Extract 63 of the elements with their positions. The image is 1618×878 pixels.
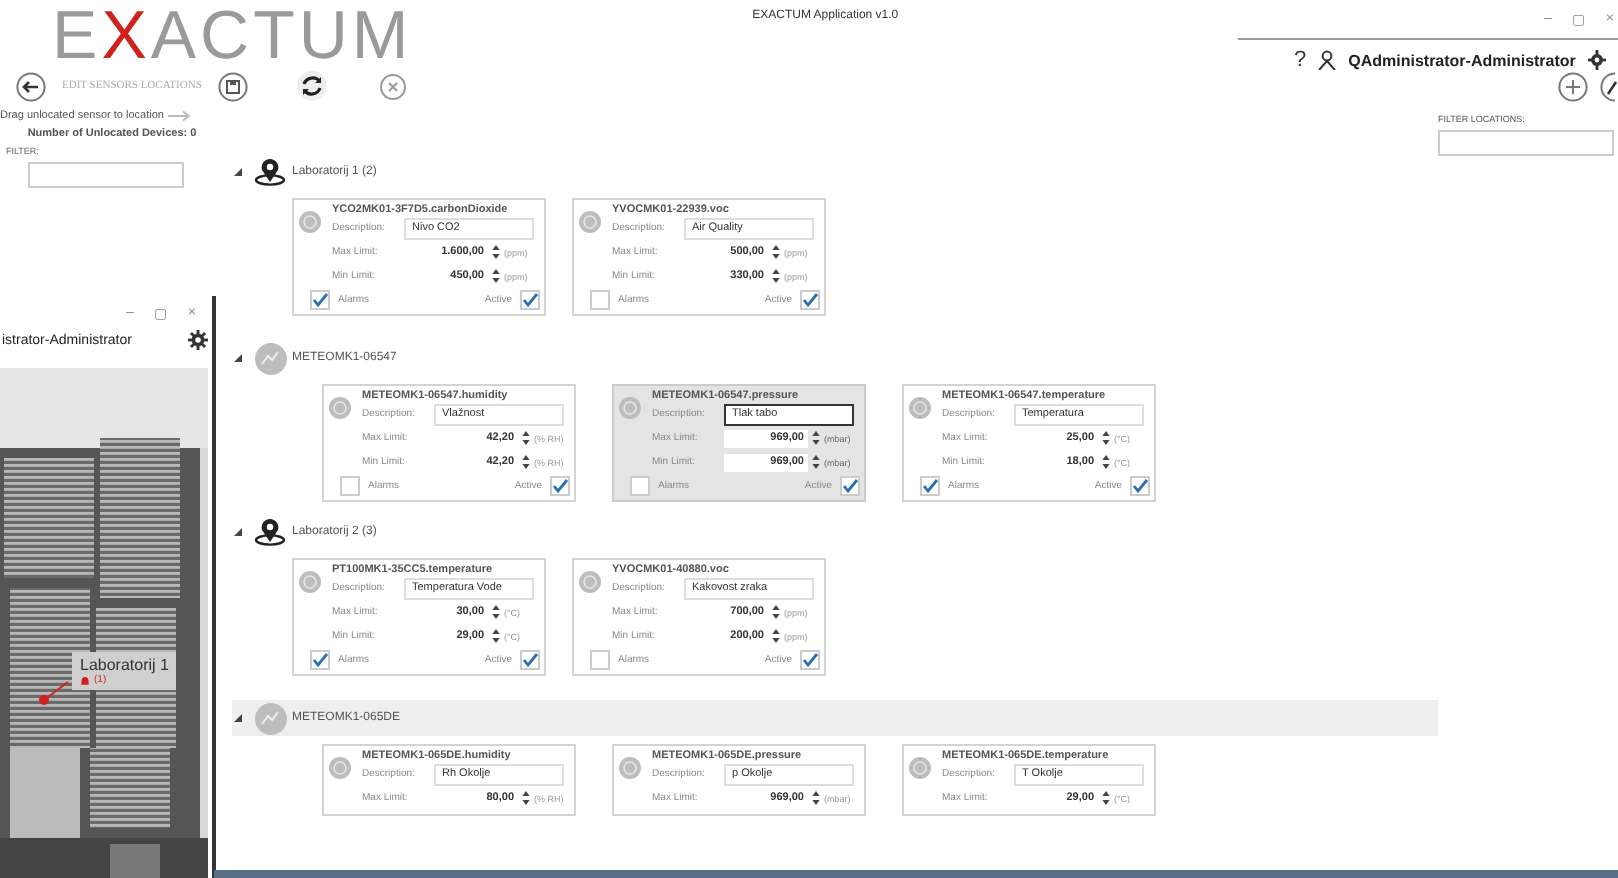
- active-checkbox[interactable]: [520, 649, 540, 669]
- device-icon: [254, 701, 288, 735]
- back-icon[interactable]: [16, 71, 46, 101]
- spinner-icon[interactable]: [1102, 430, 1110, 446]
- spinner-icon[interactable]: [812, 430, 820, 446]
- gear-icon[interactable]: [188, 330, 208, 350]
- spinner-icon[interactable]: [772, 628, 780, 644]
- spinner-icon[interactable]: [492, 628, 500, 644]
- spinner-icon[interactable]: [772, 604, 780, 620]
- location-pin-icon: [254, 158, 288, 186]
- sensor-icon: [908, 756, 932, 780]
- edit-icon[interactable]: [1600, 71, 1618, 101]
- expand-icon[interactable]: [232, 712, 244, 724]
- spinner-icon[interactable]: [492, 244, 500, 260]
- user-name: QAdministrator-Administrator: [1348, 51, 1576, 69]
- sensor-icon: [618, 756, 642, 780]
- alarms-checkbox[interactable]: [310, 289, 330, 309]
- spinner-icon[interactable]: [492, 268, 500, 284]
- alarms-checkbox[interactable]: [920, 475, 940, 495]
- arrow-icon: [167, 110, 192, 122]
- bell-icon: [80, 675, 90, 685]
- sensor-icon: [578, 210, 602, 234]
- help-button[interactable]: ?: [1294, 48, 1307, 72]
- location-pin-icon: [254, 518, 288, 546]
- active-checkbox[interactable]: [800, 289, 820, 309]
- spinner-icon[interactable]: [1102, 454, 1110, 470]
- refresh-icon[interactable]: [295, 70, 328, 102]
- spinner-icon[interactable]: [812, 790, 820, 806]
- sensor-icon: [328, 756, 352, 780]
- expand-icon[interactable]: [232, 166, 244, 178]
- spinner-icon[interactable]: [522, 790, 530, 806]
- marker-icon[interactable]: [36, 678, 72, 706]
- active-checkbox[interactable]: [800, 649, 820, 669]
- expand-icon[interactable]: [232, 352, 244, 364]
- gear-icon[interactable]: [1587, 50, 1606, 70]
- sensor-icon: [618, 396, 642, 420]
- active-checkbox[interactable]: [840, 475, 860, 495]
- active-checkbox[interactable]: [520, 289, 540, 309]
- expand-icon[interactable]: [232, 526, 244, 538]
- spinner-icon[interactable]: [522, 430, 530, 446]
- logo: EXACTUM: [50, 0, 413, 66]
- sensor-icon: [298, 570, 322, 594]
- sensor-icon: [908, 396, 932, 420]
- spinner-icon[interactable]: [812, 454, 820, 470]
- sensor-icon: [578, 570, 602, 594]
- save-icon[interactable]: [217, 71, 248, 101]
- sensor-icon: [328, 396, 352, 420]
- spinner-icon[interactable]: [772, 268, 780, 284]
- add-icon[interactable]: [1558, 71, 1588, 101]
- location-name: Laboratorij 1: [80, 656, 169, 674]
- close-icon[interactable]: [379, 73, 406, 99]
- active-checkbox[interactable]: [1130, 475, 1150, 495]
- person-icon[interactable]: [1318, 50, 1337, 70]
- spinner-icon[interactable]: [522, 454, 530, 470]
- sensor-icon: [298, 210, 322, 234]
- filter-field[interactable]: [1438, 130, 1614, 156]
- alarms-checkbox[interactable]: [310, 649, 330, 669]
- device-icon: [254, 341, 288, 375]
- active-checkbox[interactable]: [550, 475, 570, 495]
- filter-field[interactable]: [28, 162, 184, 188]
- spinner-icon[interactable]: [492, 604, 500, 620]
- spinner-icon[interactable]: [772, 244, 780, 260]
- spinner-icon[interactable]: [1102, 790, 1110, 806]
